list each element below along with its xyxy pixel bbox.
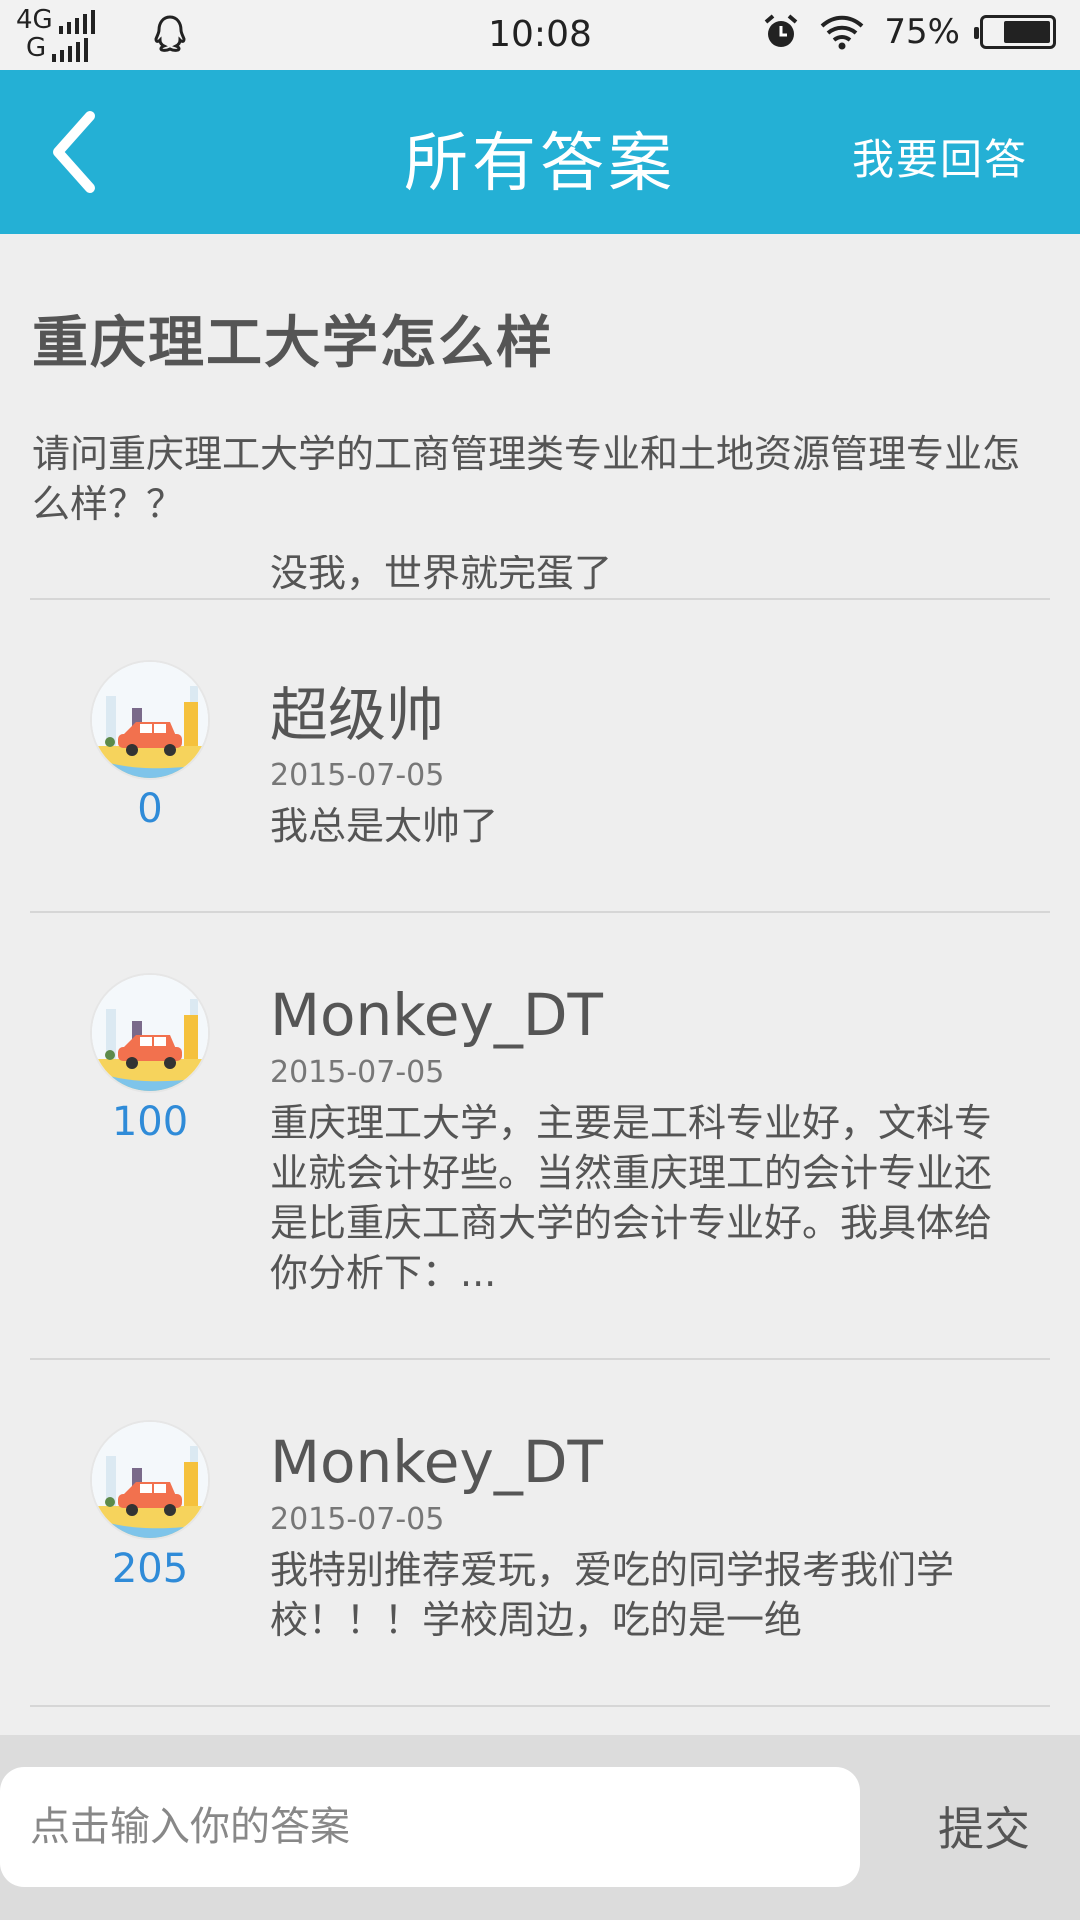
avatar[interactable] (90, 1420, 210, 1540)
answer-meta: 0 (90, 555, 210, 562)
avatar[interactable] (90, 973, 210, 1093)
answer-content: 重庆理工大学，主要是工科专业好，文科专业就会计好些。当然重庆理工的会计专业还是比… (270, 1101, 993, 1295)
answerer-name[interactable]: Monkey_DT (270, 1428, 1010, 1496)
battery-icon (974, 15, 1056, 49)
answer-item[interactable]: 0 没我，世界就完蛋了 (30, 555, 1050, 600)
answer-item[interactable]: 0 超级帅 2015-07-05 我总是太帅了 (30, 600, 1050, 913)
answer-item[interactable]: 205 Monkey_DT 2015-07-05 我特别推荐爱玩，爱吃的同学报考… (30, 1360, 1050, 1707)
app-bar: 所有答案 我要回答 (0, 70, 1080, 234)
screen: 4G G 10:08 75% 所有答案 我要回答 重庆理工大学怎么样 请问重庆理… (0, 0, 1080, 1920)
question-description: 请问重庆理工大学的工商管理类专业和土地资源管理专业怎么样？？ (32, 432, 1021, 526)
question-section: 重庆理工大学怎么样 请问重庆理工大学的工商管理类专业和土地资源管理专业怎么样？？ (32, 234, 1050, 529)
vote-count: 0 (90, 555, 210, 562)
submit-button[interactable]: 提交 (938, 1793, 1030, 1859)
answer-meta: 205 (90, 1420, 210, 1592)
car-avatar-icon (92, 662, 208, 778)
answer-content: 我特别推荐爱玩，爱吃的同学报考我们学校！！！学校周边，吃的是一绝 (270, 1548, 955, 1642)
answer-input-bar: 提交 (0, 1735, 1080, 1920)
answer-content: 没我，世界就完蛋了 (270, 555, 613, 595)
vote-count: 100 (111, 1099, 189, 1145)
alarm-icon (765, 14, 798, 47)
answer-list[interactable]: 0 没我，世界就完蛋了 (30, 555, 1050, 1735)
answer-meta: 0 (90, 660, 210, 832)
answer-item[interactable]: 100 Monkey_DT 2015-07-05 重庆理工大学，主要是工科专业好… (30, 913, 1050, 1360)
answerer-name[interactable]: Monkey_DT (270, 981, 1010, 1049)
car-avatar-icon (92, 975, 208, 1091)
answerer-name[interactable]: 超级帅 (270, 668, 1010, 752)
battery-percent: 75% (884, 12, 960, 52)
battery-fill (1003, 21, 1050, 43)
status-icons: 75% (762, 12, 1056, 52)
answer-date: 2015-07-05 (270, 758, 445, 793)
wifi-icon (821, 15, 864, 50)
car-avatar-icon (92, 1422, 208, 1538)
answer-input[interactable] (0, 1767, 860, 1887)
status-bar: 4G G 10:08 75% (0, 0, 1080, 70)
avatar[interactable] (90, 660, 210, 780)
answer-button[interactable]: 我要回答 (852, 126, 1028, 187)
vote-count: 205 (111, 1546, 189, 1592)
question-title: 重庆理工大学怎么样 (32, 311, 554, 376)
answer-content: 我总是太帅了 (270, 804, 499, 848)
answer-date: 2015-07-05 (270, 1502, 445, 1537)
vote-count: 0 (137, 786, 163, 832)
answer-meta: 100 (90, 973, 210, 1145)
answer-date: 2015-07-05 (270, 1055, 445, 1090)
